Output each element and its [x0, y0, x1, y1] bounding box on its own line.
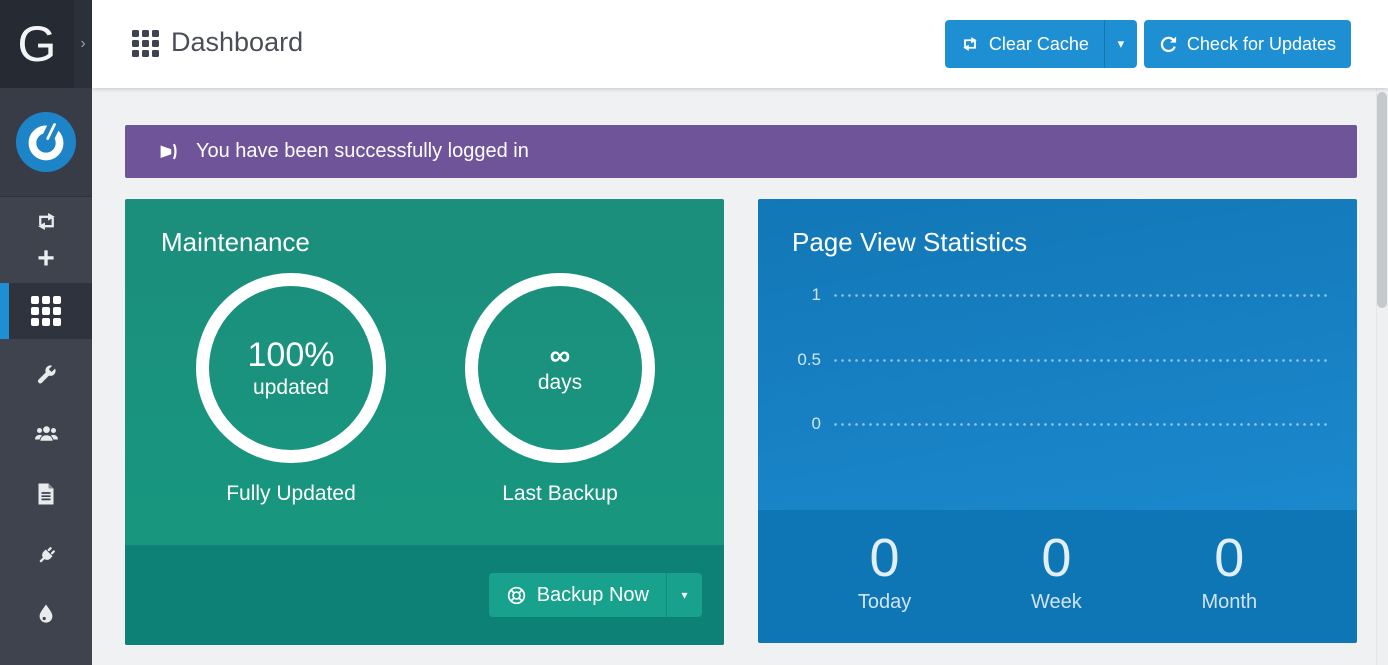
sidebar-item-dashboard[interactable]	[0, 283, 92, 339]
sidebar-item-add[interactable]: +	[0, 237, 92, 281]
sidebar-item-theme[interactable]	[0, 593, 92, 637]
last-backup-unit: days	[538, 371, 582, 395]
maintenance-footer: Backup Now ▾	[125, 545, 724, 645]
sync-retweet-icon	[34, 209, 59, 234]
clear-cache-label: Clear Cache	[989, 34, 1089, 55]
updated-percent-value: 100%	[248, 336, 335, 375]
sidebar-item-users[interactable]	[0, 412, 92, 456]
logo-letter: G	[18, 15, 57, 73]
users-icon	[33, 422, 60, 446]
dotted-gridline	[832, 294, 1331, 297]
caret-down-icon: ▾	[681, 588, 687, 602]
dashboard-grid-icon	[132, 30, 159, 57]
month-label: Month	[1202, 591, 1258, 614]
page-views-counters: 0 Today 0 Week 0 Month	[758, 510, 1357, 643]
page-views-title: Page View Statistics	[792, 227, 1027, 258]
clear-cache-button[interactable]: Clear Cache	[945, 20, 1104, 68]
maintenance-title: Maintenance	[161, 227, 310, 258]
backup-now-button[interactable]: Backup Now	[489, 573, 666, 617]
plus-icon: +	[37, 244, 55, 274]
counter-week: 0 Week	[1031, 530, 1082, 643]
dotted-gridline	[832, 359, 1331, 362]
sidebar-item-plugins[interactable]	[0, 533, 92, 577]
week-count: 0	[1031, 530, 1082, 587]
last-backup-value: ∞	[550, 342, 571, 371]
check-updates-button[interactable]: Check for Updates	[1144, 20, 1351, 68]
maintenance-panel: Maintenance 100% updated ∞ days Fully Up…	[125, 199, 724, 645]
fully-updated-label: Fully Updated	[171, 482, 411, 506]
sidebar-collapse-toggle[interactable]: ›	[74, 0, 92, 88]
dotted-gridline	[832, 423, 1331, 426]
caret-down-icon: ▾	[1118, 36, 1125, 52]
megaphone-icon	[158, 140, 183, 163]
droplet-icon	[36, 603, 56, 627]
admin-dashboard: G ›	[0, 0, 1388, 665]
power-logo-icon	[15, 111, 77, 173]
last-backup-label: Last Backup	[440, 482, 680, 506]
plug-icon	[34, 543, 59, 568]
lifering-icon	[506, 585, 527, 606]
week-label: Week	[1031, 591, 1082, 614]
ytick-label: 1	[758, 285, 832, 305]
refresh-icon	[1159, 35, 1178, 54]
last-backup-ring: ∞ days	[465, 273, 655, 463]
header-buttons: Clear Cache ▾ Check for Updates	[945, 20, 1351, 68]
file-icon	[35, 482, 57, 506]
app-logo[interactable]: G	[0, 0, 74, 88]
ytick-label: 0	[758, 414, 832, 434]
clear-cache-split-button: Clear Cache ▾	[945, 20, 1137, 68]
retweet-icon	[960, 34, 980, 54]
chevron-right-icon: ›	[80, 35, 85, 53]
top-header: Dashboard Clear Cache ▾	[92, 0, 1388, 88]
updated-percent-unit: updated	[253, 376, 329, 400]
backup-split-button: Backup Now ▾	[489, 573, 702, 617]
counter-today: 0 Today	[858, 530, 911, 643]
sidebar-item-pages[interactable]	[0, 472, 92, 516]
backup-now-label: Backup Now	[537, 584, 649, 607]
sidebar-item-tools[interactable]	[0, 353, 92, 397]
backup-dropdown-button[interactable]: ▾	[666, 573, 702, 617]
wrench-icon	[34, 363, 58, 387]
sidebar: G ›	[0, 0, 92, 665]
page-title: Dashboard	[171, 27, 303, 58]
grid-icon	[31, 296, 61, 326]
login-success-alert: You have been successfully logged in	[125, 125, 1357, 178]
check-updates-label: Check for Updates	[1187, 34, 1336, 55]
month-count: 0	[1202, 530, 1258, 587]
alert-message: You have been successfully logged in	[196, 140, 529, 163]
fully-updated-ring: 100% updated	[196, 273, 386, 463]
clear-cache-dropdown-button[interactable]: ▾	[1104, 20, 1137, 68]
ytick-label: 0.5	[758, 350, 832, 370]
today-label: Today	[858, 591, 911, 614]
power-logo-block[interactable]	[0, 88, 92, 197]
page-view-statistics-panel: Page View Statistics 1 0.5 0 0 Today 0 W…	[758, 199, 1357, 643]
counter-month: 0 Month	[1202, 530, 1258, 643]
scrollbar-thumb[interactable]	[1377, 92, 1387, 308]
today-count: 0	[858, 530, 911, 587]
page-views-chart: Page View Statistics 1 0.5 0	[758, 199, 1357, 510]
